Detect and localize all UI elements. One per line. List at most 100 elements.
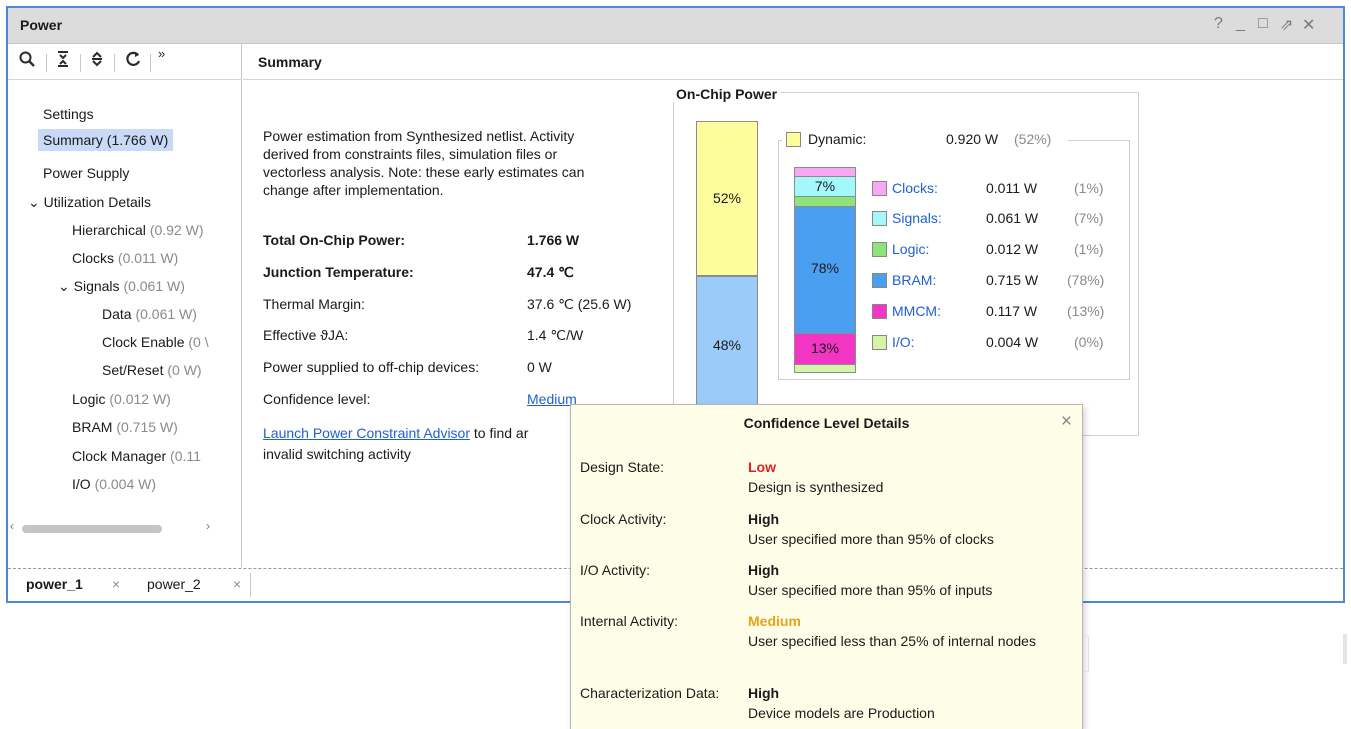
stat-value-junction-temp: 47.4 ℃ xyxy=(527,264,574,280)
tree-item-utilization[interactable]: ⌄ Utilization Details xyxy=(28,194,151,211)
float-icon[interactable]: ⇗ xyxy=(1280,15,1293,35)
scrollbar-thumb[interactable] xyxy=(22,525,162,533)
tree-item-signals[interactable]: ⌄ Signals (0.061 W) xyxy=(58,278,185,295)
more-icon[interactable]: » xyxy=(158,46,165,61)
maximize-icon[interactable]: □ xyxy=(1258,15,1268,33)
stat-value-total-power: 1.766 W xyxy=(527,232,580,248)
tab-power-2-close-icon[interactable]: × xyxy=(233,576,241,592)
io-activity-desc: User specified more than 95% of inputs xyxy=(748,582,993,598)
help-icon[interactable]: ? xyxy=(1214,15,1223,33)
legend-signals-value: 0.061 W xyxy=(986,210,1039,226)
legend-bram-value: 0.715 W xyxy=(986,272,1039,288)
collapse-all-icon[interactable] xyxy=(56,50,70,73)
confidence-details-popup: Confidence Level Details × Design State:… xyxy=(570,404,1083,729)
tree-item-clock-enable[interactable]: Clock Enable (0 \ xyxy=(102,334,209,350)
popup-close-icon[interactable]: × xyxy=(1061,411,1072,433)
clock-activity-level: High xyxy=(748,511,780,527)
dynamic-share-label: 52% xyxy=(712,190,742,206)
tree-item-hierarchical[interactable]: Hierarchical (0.92 W) xyxy=(72,222,204,238)
tab-power-1-close-icon[interactable]: × xyxy=(112,576,120,592)
clock-activity-desc: User specified more than 95% of clocks xyxy=(748,531,994,547)
legend-bram-pct: (78%) xyxy=(1067,272,1105,288)
legend-logic-value: 0.012 W xyxy=(986,241,1039,257)
signals-swatch xyxy=(872,211,887,226)
tree-item-power-supply[interactable]: Power Supply xyxy=(43,165,129,181)
clocks-bar-segment xyxy=(794,167,856,177)
summary-intro: Power estimation from Synthesized netlis… xyxy=(263,128,585,198)
title-bar: Power ? _ □ ⇗ ✕ xyxy=(8,8,1343,44)
legend-clocks-pct: (1%) xyxy=(1074,180,1104,196)
legend-clocks-value: 0.011 W xyxy=(986,180,1038,196)
scroll-left-icon[interactable]: ‹ xyxy=(10,519,14,533)
onchip-power-panel: On-Chip Power 52% 48% Dynamic: 0.920 W (… xyxy=(672,86,1139,437)
tree-item-clock-manager[interactable]: Clock Manager (0.11 xyxy=(72,448,201,464)
advisor-line-2: invalid switching activity xyxy=(263,446,411,462)
mmcm-bar-label: 13% xyxy=(810,340,840,356)
stat-value-offchip-power: 0 W xyxy=(527,359,552,375)
close-icon[interactable]: ✕ xyxy=(1302,15,1315,35)
io-activity-level: High xyxy=(748,562,780,578)
design-state-desc: Design is synthesized xyxy=(748,479,884,495)
io-bar-segment xyxy=(794,365,856,373)
mmcm-swatch xyxy=(872,304,887,319)
tree-toolbar: » xyxy=(8,44,242,80)
expand-all-icon[interactable] xyxy=(90,50,104,73)
tree-item-data[interactable]: Data (0.061 W) xyxy=(102,306,197,322)
refresh-icon[interactable] xyxy=(124,50,142,73)
legend-io-pct: (0%) xyxy=(1074,334,1104,350)
stat-label-thermal-margin: Thermal Margin: xyxy=(263,296,365,312)
internal-activity-desc: User specified less than 25% of internal… xyxy=(748,633,1036,649)
scroll-right-icon[interactable]: › xyxy=(206,519,210,533)
tree-item-bram[interactable]: BRAM (0.715 W) xyxy=(72,419,178,435)
design-state-label: Design State: xyxy=(580,459,665,475)
minimize-icon[interactable]: _ xyxy=(1236,15,1245,33)
search-icon[interactable] xyxy=(18,50,36,73)
stat-label-junction-temp: Junction Temperature: xyxy=(263,264,414,280)
legend-mmcm-value: 0.117 W xyxy=(986,303,1038,319)
bram-swatch xyxy=(872,273,887,288)
design-state-level: Low xyxy=(748,459,776,475)
chevron-down-icon[interactable]: ⌄ xyxy=(28,194,40,210)
static-share-label: 48% xyxy=(712,337,742,353)
tree-item-io[interactable]: I/O (0.004 W) xyxy=(72,476,156,492)
power-constraint-advisor-link[interactable]: Launch Power Constraint Advisor xyxy=(263,425,470,441)
chevron-down-icon[interactable]: ⌄ xyxy=(58,278,70,294)
logic-bar-segment xyxy=(794,197,856,207)
tab-power-1[interactable]: power_1 xyxy=(26,576,83,592)
characterization-level: High xyxy=(748,685,780,701)
clocks-swatch xyxy=(872,181,887,196)
internal-activity-label: Internal Activity: xyxy=(580,613,679,629)
tree-item-summary[interactable]: Summary (1.766 W) xyxy=(38,129,174,151)
background-scroll-edge xyxy=(1343,634,1347,664)
tree-item-clocks[interactable]: Clocks (0.011 W) xyxy=(72,250,178,266)
tab-power-2[interactable]: power_2 xyxy=(147,576,201,592)
onchip-power-title: On-Chip Power xyxy=(672,86,782,102)
bram-bar-label: 78% xyxy=(810,260,840,276)
legend-io-value: 0.004 W xyxy=(986,334,1039,350)
tree-item-logic[interactable]: Logic (0.012 W) xyxy=(72,391,171,407)
io-activity-label: I/O Activity: xyxy=(580,562,651,578)
popup-title: Confidence Level Details xyxy=(743,415,910,431)
characterization-label: Characterization Data: xyxy=(580,685,720,701)
legend-io[interactable]: I/O: xyxy=(892,334,915,350)
legend-bram[interactable]: BRAM: xyxy=(892,272,936,288)
stat-label-confidence: Confidence level: xyxy=(263,391,371,407)
legend-clocks[interactable]: Clocks: xyxy=(892,180,938,196)
characterization-desc: Device models are Production xyxy=(748,705,935,721)
tree-horizontal-scrollbar[interactable]: ‹ › xyxy=(10,519,238,536)
clock-activity-label: Clock Activity: xyxy=(580,511,667,527)
tree-item-set-reset[interactable]: Set/Reset (0 W) xyxy=(102,362,202,378)
tree-item-settings[interactable]: Settings xyxy=(43,106,94,122)
stat-label-offchip-power: Power supplied to off-chip devices: xyxy=(263,359,480,375)
window-title: Power xyxy=(20,17,63,33)
left-pane: » Settings Summary (1.766 W) Power Suppl… xyxy=(8,44,242,567)
stat-value-effective-theta: 1.4 ℃/W xyxy=(527,327,584,343)
legend-signals-pct: (7%) xyxy=(1074,210,1104,226)
legend-signals[interactable]: Signals: xyxy=(892,210,942,226)
signals-bar-label: 7% xyxy=(814,178,836,194)
background-panel-edge xyxy=(1083,636,1089,672)
legend-logic-pct: (1%) xyxy=(1074,241,1104,257)
legend-logic[interactable]: Logic: xyxy=(892,241,929,257)
internal-activity-level: Medium xyxy=(748,613,801,629)
legend-mmcm[interactable]: MMCM: xyxy=(892,303,941,319)
